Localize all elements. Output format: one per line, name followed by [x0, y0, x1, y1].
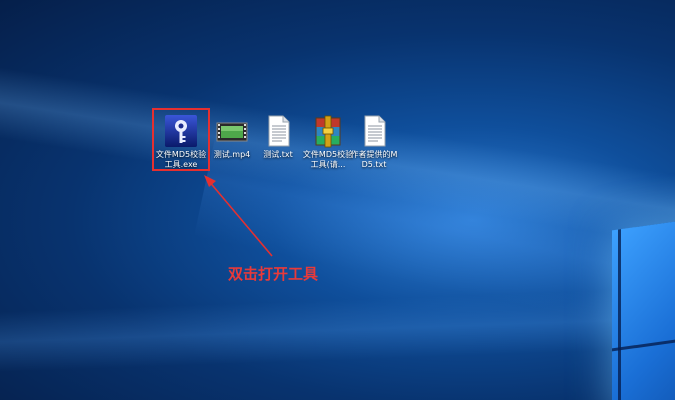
desktop-icon-author-md5-txt[interactable]: 作者提供的MD5.txt: [348, 114, 400, 170]
winrar-archive-icon: [311, 114, 345, 148]
desktop-icon-test-txt[interactable]: 测试.txt: [252, 114, 304, 160]
desktop-icon-label: 作者提供的MD5.txt: [350, 150, 398, 169]
desktop-icon-md5-tool-archive[interactable]: 文件MD5校验工具(请...: [302, 114, 354, 170]
text-file-icon: [357, 114, 391, 148]
desktop-icon-label: 测试.txt: [263, 150, 293, 159]
annotation-text: 双击打开工具: [228, 265, 319, 283]
desktop-icon-test-mp4[interactable]: 测试.mp4: [206, 114, 258, 160]
video-file-icon: [215, 114, 249, 148]
text-file-icon: [261, 114, 295, 148]
windows-logo-wallpaper: [612, 213, 675, 400]
wallpaper-light-beam: [0, 286, 675, 374]
desktop[interactable]: 文件MD5校验工具.exe 测试.mp4 测试.txt 文件MD5校验工具(请.…: [0, 0, 675, 400]
desktop-icon-label: 测试.mp4: [213, 150, 251, 159]
highlight-box: [152, 108, 210, 171]
desktop-icon-label: 文件MD5校验工具(请...: [302, 150, 354, 169]
annotation-arrow: [204, 175, 273, 257]
